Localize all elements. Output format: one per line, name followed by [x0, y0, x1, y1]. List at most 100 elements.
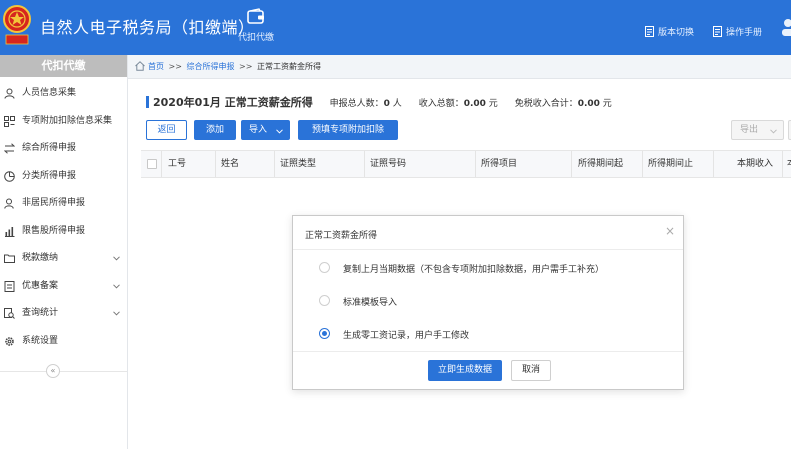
stat-income: 收入总额：0.00 元	[419, 99, 498, 109]
close-icon[interactable]: ×	[665, 225, 675, 237]
sidebar-item-label: 系统设置	[22, 335, 59, 346]
option-label: 标准模板导入	[343, 298, 398, 308]
stat-income-value: 0.00	[463, 99, 486, 109]
folder-icon	[4, 254, 15, 263]
tax-emblem-icon	[3, 5, 31, 45]
sidebar-item-query[interactable]: 查询统计	[0, 300, 127, 328]
column-divider	[782, 151, 783, 177]
back-button[interactable]: 返回	[146, 120, 187, 140]
page-title-row: 2020年01月 正常工资薪金所得 申报总人数：0 人 收入总额：0.00 元 …	[146, 94, 612, 109]
home-icon[interactable]	[135, 61, 145, 71]
bar-chart-icon	[5, 226, 15, 237]
person-outline-icon	[4, 198, 14, 209]
column-divider	[642, 151, 643, 177]
breadcrumb-separator: >>	[239, 62, 253, 71]
swap-icon	[4, 143, 15, 154]
col-period-end[interactable]: 所得期间止	[648, 151, 693, 177]
col-name[interactable]: 姓名	[221, 151, 239, 177]
sidebar-item-settings[interactable]: 系统设置	[0, 328, 127, 356]
person-icon	[4, 88, 15, 99]
stat-exempt-unit: 元	[602, 99, 612, 109]
sidebar-item-classified[interactable]: 分类所得申报	[0, 163, 127, 191]
import-dropdown-button[interactable]: 导入	[241, 120, 290, 140]
sidebar-heading: 代扣代缴	[0, 55, 127, 77]
gear-icon	[5, 336, 14, 346]
option-label: 复制上月当期数据（不包含专项附加扣除数据，用户需手工补充）	[343, 265, 605, 275]
sidebar-item-special-deduction[interactable]: 专项附加扣除信息采集	[0, 108, 127, 136]
export-label: 导出	[740, 125, 759, 135]
tab-withholding[interactable]: 代扣代缴	[232, 6, 280, 50]
manual-label: 操作手册	[726, 28, 763, 38]
col-id-type[interactable]: 证照类型	[280, 151, 316, 177]
manual-icon	[713, 26, 722, 37]
import-label: 导入	[249, 125, 268, 135]
stat-income-label: 收入总额：	[418, 99, 464, 109]
stat-income-unit: 元	[488, 99, 498, 109]
cancel-button[interactable]: 取消	[511, 360, 551, 381]
stat-exempt-value: 0.00	[577, 99, 600, 109]
page-title: 2020年01月 正常工资薪金所得	[153, 96, 313, 109]
radio-template-import[interactable]	[319, 295, 330, 306]
version-switch-link[interactable]: 版本切换	[645, 25, 694, 38]
breadcrumb: 首页 >> 综合所得申报 >> 正常工资薪金所得	[128, 55, 791, 79]
chevron-down-icon	[113, 283, 120, 289]
stat-people-unit: 人	[392, 99, 402, 109]
col-id-number[interactable]: 证照号码	[370, 151, 406, 177]
breadcrumb-home[interactable]: 首页	[148, 62, 164, 71]
col-next[interactable]: 本	[787, 151, 791, 177]
export-dropdown-button[interactable]: 导出	[731, 120, 784, 140]
radio-zero-salary[interactable]	[319, 328, 330, 339]
tab-withholding-label: 代扣代缴	[237, 33, 274, 43]
search-doc-icon	[4, 308, 15, 319]
generate-data-dialog: 正常工资薪金所得 × 复制上月当期数据（不包含专项附加扣除数据，用户需手工补充）…	[292, 215, 684, 390]
generate-now-button[interactable]: 立即生成数据	[428, 360, 502, 381]
column-divider	[161, 151, 162, 177]
sidebar-item-preferential[interactable]: 优惠备案	[0, 273, 127, 301]
column-divider	[215, 151, 216, 177]
sidebar-item-comprehensive[interactable]: 综合所得申报	[0, 135, 127, 163]
chevron-down-icon	[113, 311, 120, 316]
chevron-down-icon	[276, 129, 283, 134]
sidebar-item-label: 人员信息采集	[22, 88, 77, 98]
dialog-title: 正常工资薪金所得	[305, 231, 378, 241]
manual-link[interactable]: 操作手册	[713, 25, 762, 38]
sidebar-item-tax-payment[interactable]: 税款缴纳	[0, 245, 127, 273]
document-icon	[4, 280, 15, 292]
prefill-special-deduction-button[interactable]: 预填专项附加扣除	[298, 120, 398, 140]
column-divider	[274, 151, 275, 177]
sidebar-item-label: 优惠备案	[22, 280, 59, 291]
column-divider	[475, 151, 476, 177]
sidebar-item-label: 限售股所得申报	[22, 225, 86, 236]
user-icon[interactable]	[777, 16, 791, 36]
sidebar-collapse-button[interactable]: «	[46, 364, 60, 378]
col-income-item[interactable]: 所得项目	[481, 151, 517, 177]
sidebar-item-personnel[interactable]: 人员信息采集	[0, 80, 127, 108]
add-button[interactable]: 添加	[194, 120, 236, 140]
column-divider	[571, 151, 572, 177]
sidebar-divider	[0, 371, 127, 372]
stat-people: 申报总人数：0 人	[330, 99, 402, 109]
app-title: 自然人电子税务局（扣缴端）	[40, 18, 255, 37]
app-header: 自然人电子税务局（扣缴端） 代扣代缴 版本切换 操作手册	[0, 0, 791, 55]
stat-exempt-label: 免税收入合计：	[514, 99, 578, 109]
wallet-icon	[247, 8, 264, 24]
sidebar-item-label: 查询统计	[22, 308, 59, 318]
column-divider	[364, 151, 365, 177]
col-current-income[interactable]: 本期收入	[737, 151, 773, 177]
stat-people-label: 申报总人数：	[329, 99, 384, 109]
select-all-checkbox[interactable]	[147, 159, 157, 169]
breadcrumb-comprehensive[interactable]: 综合所得申报	[187, 62, 235, 71]
col-period-start[interactable]: 所得期间起	[578, 151, 623, 177]
title-accent-bar	[146, 96, 149, 108]
breadcrumb-current: 正常工资薪金所得	[257, 62, 321, 71]
radio-copy-last-month[interactable]	[319, 262, 330, 273]
sidebar-item-restricted-stock[interactable]: 限售股所得申报	[0, 218, 127, 246]
sidebar-item-label: 税款缴纳	[22, 253, 59, 263]
grid-icon	[4, 115, 15, 127]
table-header: 工号 姓名 证照类型 证照号码 所得项目 所得期间起 所得期间止 本期收入 本	[141, 150, 791, 178]
sidebar-item-nonresident[interactable]: 非居民所得申报	[0, 190, 127, 218]
sidebar-item-label: 分类所得申报	[22, 170, 77, 181]
col-employee-id[interactable]: 工号	[168, 151, 186, 177]
dialog-header: 正常工资薪金所得 ×	[293, 216, 683, 250]
chevron-down-icon	[113, 256, 120, 261]
